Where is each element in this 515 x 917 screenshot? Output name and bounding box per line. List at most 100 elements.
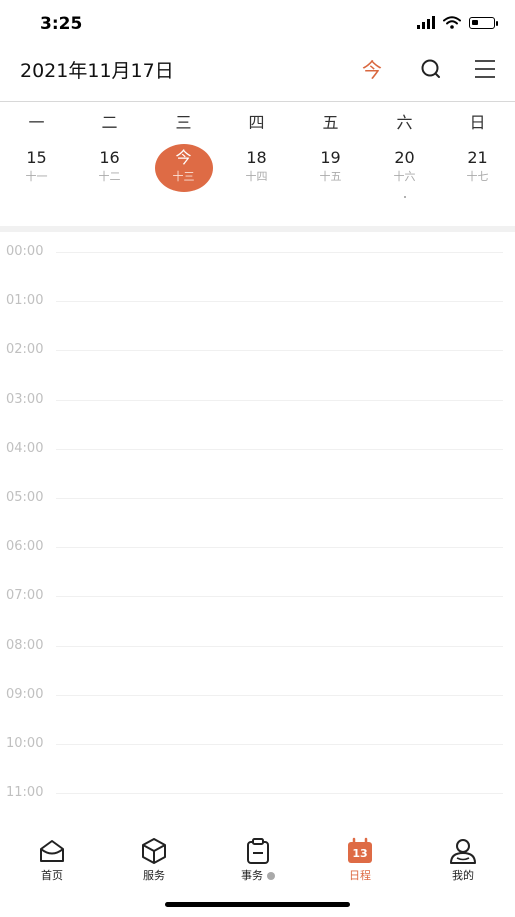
hour-gridline: [56, 645, 503, 647]
home-indicator: [165, 902, 350, 907]
search-icon[interactable]: [418, 56, 444, 82]
day-number: 18: [246, 148, 267, 167]
hour-row[interactable]: 11:00: [0, 773, 515, 822]
hour-row[interactable]: 00:00: [0, 232, 515, 281]
day-column[interactable]: 五 19 十五: [294, 108, 367, 194]
hour-label: 00:00: [6, 244, 44, 259]
day-cell[interactable]: 16 十二: [81, 146, 139, 194]
day-column[interactable]: 日 21 十七: [441, 108, 514, 194]
event-dot: [403, 196, 406, 198]
tab-3[interactable]: 13 日程: [320, 830, 400, 884]
hour-row[interactable]: 03:00: [0, 380, 515, 429]
tab-label: 我的: [452, 869, 474, 882]
calendar-header: 2021年11月17日 今: [0, 48, 515, 100]
day-column[interactable]: 四 18 十四: [220, 108, 293, 194]
hour-row[interactable]: 06:00: [0, 527, 515, 576]
home-icon: [37, 836, 67, 866]
lunar-date: 十一: [25, 170, 48, 183]
signal-icon: [417, 16, 435, 29]
notification-dot: [267, 872, 275, 880]
page-title: 2021年11月17日: [20, 60, 174, 82]
battery-icon: [469, 16, 498, 29]
hour-row[interactable]: 04:00: [0, 429, 515, 478]
lunar-date: 十七: [466, 170, 489, 183]
header-divider: [0, 101, 515, 102]
hour-label: 06:00: [6, 539, 44, 555]
calendar-icon: 13: [345, 836, 375, 866]
hour-label: 08:00: [6, 637, 44, 653]
clipboard-icon: [243, 836, 273, 866]
menu-icon[interactable]: [472, 56, 498, 82]
day-column[interactable]: 一 15 十一: [0, 108, 73, 194]
hour-gridline: [56, 547, 503, 549]
hour-label: 10:00: [6, 736, 44, 751]
hour-gridline: [56, 252, 503, 253]
tab-0[interactable]: 首页: [12, 830, 92, 884]
day-number: 21: [467, 148, 488, 167]
cube-icon: [139, 836, 169, 866]
lunar-date: 十五: [319, 170, 342, 183]
battery-level: [472, 19, 478, 25]
day-cell[interactable]: 21 十七: [449, 146, 507, 194]
hour-gridline: [56, 399, 503, 401]
weekday-label: 六: [396, 113, 413, 132]
hour-row[interactable]: 08:00: [0, 626, 515, 675]
day-number: 16: [99, 148, 120, 167]
hour-gridline: [56, 301, 503, 303]
day-column[interactable]: 二 16 十二: [73, 108, 146, 194]
wifi-icon: [443, 16, 461, 29]
hour-row[interactable]: 05:00: [0, 478, 515, 527]
tab-2[interactable]: 事务: [218, 830, 298, 884]
hour-label: 03:00: [6, 391, 44, 407]
hour-label: 01:00: [6, 293, 44, 309]
hour-row[interactable]: 07:00: [0, 576, 515, 625]
lunar-date: 十三: [172, 170, 195, 183]
hour-row[interactable]: 02:00: [0, 330, 515, 379]
weekday-label: 四: [248, 113, 265, 132]
hour-label: 05:00: [6, 490, 44, 505]
day-number: 15: [26, 148, 47, 167]
hour-gridline: [56, 596, 503, 598]
hour-row[interactable]: 10:00: [0, 724, 515, 773]
status-time: 3:25: [40, 14, 83, 34]
tab-label: 事务: [241, 869, 263, 882]
weekday-label: 日: [469, 113, 486, 132]
week-strip: 一 15 十一 二 16 十二 三今十三 四 18 十四 五 19 十五 六 20 十六 日 21 十七: [0, 108, 515, 218]
lunar-date: 十六: [393, 170, 416, 183]
hour-label: 11:00: [6, 785, 44, 801]
user-icon: [448, 836, 478, 866]
selected-day-cell[interactable]: 今十三: [154, 144, 213, 192]
hour-label: 07:00: [6, 588, 44, 604]
day-cell[interactable]: 15 十一: [8, 146, 66, 194]
day-number: 20: [394, 148, 415, 167]
day-cell[interactable]: 20 十六: [376, 146, 434, 194]
hour-row[interactable]: 09:00: [0, 675, 515, 724]
tab-4[interactable]: 我的: [423, 830, 503, 884]
weekday-label: 二: [101, 113, 118, 132]
hour-label: 04:00: [6, 440, 44, 456]
tab-1[interactable]: 服务: [114, 830, 194, 884]
calendar-icon-date: 13: [352, 847, 368, 860]
day-cell[interactable]: 19 十五: [302, 146, 360, 194]
day-number: 今: [175, 148, 192, 167]
weekday-label: 一: [28, 113, 45, 132]
day-column[interactable]: 三今十三: [147, 108, 220, 192]
tab-label: 服务: [143, 869, 165, 882]
hour-row[interactable]: 01:00: [0, 281, 515, 330]
hour-gridline: [56, 448, 503, 450]
lunar-date: 十四: [245, 170, 268, 183]
hour-gridline: [56, 744, 503, 745]
tab-label: 首页: [41, 869, 63, 882]
tab-label: 日程: [349, 869, 371, 882]
weekday-label: 五: [322, 113, 339, 132]
day-cell[interactable]: 18 十四: [228, 146, 286, 194]
weekday-label: 三: [175, 113, 192, 132]
day-column[interactable]: 六 20 十六: [368, 108, 441, 198]
today-button[interactable]: 今: [362, 54, 382, 83]
status-icons: [417, 16, 498, 29]
status-bar: 3:25: [0, 0, 515, 48]
hour-label: 02:00: [6, 342, 44, 358]
hour-gridline: [56, 694, 503, 696]
hour-gridline: [56, 350, 503, 352]
day-timeline[interactable]: 00:00 01:00 02:00 03:00 04:00 05:00 06:00 07:00…: [0, 232, 515, 822]
